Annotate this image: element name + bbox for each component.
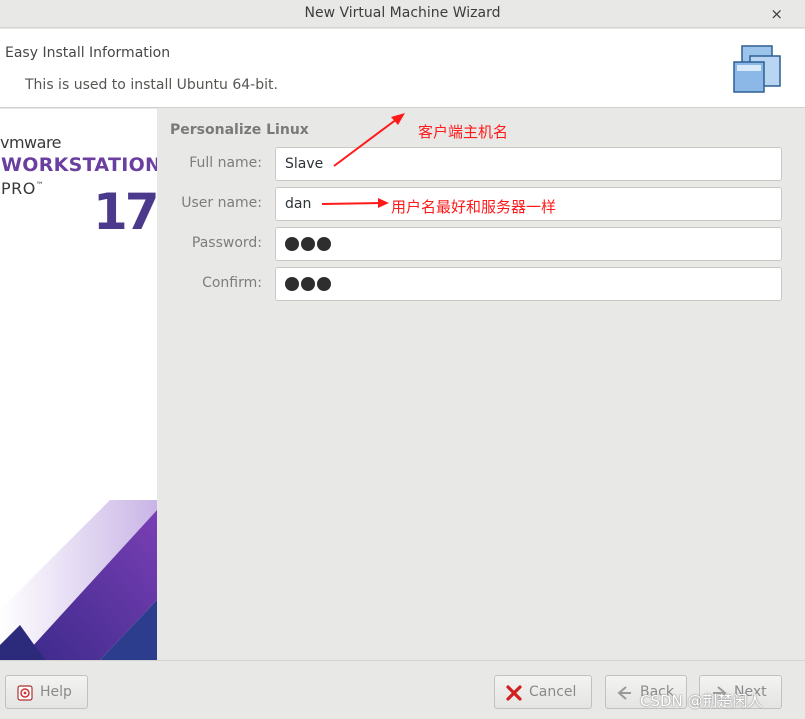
mask-dot: [285, 237, 299, 251]
brand-edition-text: PRO: [1, 179, 36, 198]
vmware-logo: vmware: [0, 133, 62, 152]
mask-dot: [301, 277, 315, 291]
wizard-header: Easy Install Information This is used to…: [0, 29, 805, 108]
full-name-arrowhead: [391, 113, 405, 125]
brand-edition: PRO™: [1, 179, 44, 198]
mask-dot: [317, 237, 331, 251]
section-title: Personalize Linux: [170, 122, 309, 138]
title-bar: New Virtual Machine Wizard ×: [0, 0, 805, 28]
brand-product: WORKSTATION: [1, 154, 157, 176]
virtual-machines-icon: [733, 45, 781, 93]
mask-dot: [301, 237, 315, 251]
full-name-field[interactable]: Slave: [275, 147, 782, 181]
full-name-value: Slave: [285, 156, 324, 172]
brand-version: 17: [93, 183, 157, 241]
confirm-label: Confirm:: [202, 275, 262, 291]
csdn-watermark: CSDN @荆楚闲人: [640, 692, 763, 710]
confirm-password-field[interactable]: [275, 267, 782, 301]
help-icon: [17, 685, 33, 701]
full-name-label: Full name:: [189, 155, 262, 171]
brand-stripes-graphic: [0, 500, 157, 660]
back-arrow-icon: [617, 686, 631, 700]
brand-sidebar: vmware WORKSTATION PRO™ 17: [0, 109, 157, 660]
mask-dot: [317, 277, 331, 291]
user-name-annotation: 用户名最好和服务器一样: [391, 198, 557, 216]
page-subtitle: This is used to install Ubuntu 64-bit.: [25, 77, 278, 93]
cancel-x-icon: [506, 685, 522, 701]
password-field[interactable]: [275, 227, 782, 261]
user-name-value: dan: [285, 196, 312, 212]
help-button[interactable]: Help: [5, 675, 88, 709]
confirm-mask: [285, 277, 331, 291]
window-title: New Virtual Machine Wizard: [304, 5, 501, 21]
help-label: Help: [40, 684, 72, 700]
cancel-label: Cancel: [529, 684, 577, 700]
user-name-label: User name:: [181, 195, 262, 211]
password-mask: [285, 237, 331, 251]
full-name-annotation: 客户端主机名: [418, 123, 509, 141]
mask-dot: [285, 277, 299, 291]
close-icon[interactable]: ×: [770, 5, 783, 23]
trademark-mark: ™: [35, 180, 45, 190]
page-title: Easy Install Information: [5, 45, 171, 61]
password-label: Password:: [191, 235, 262, 251]
cancel-button[interactable]: Cancel: [494, 675, 592, 709]
